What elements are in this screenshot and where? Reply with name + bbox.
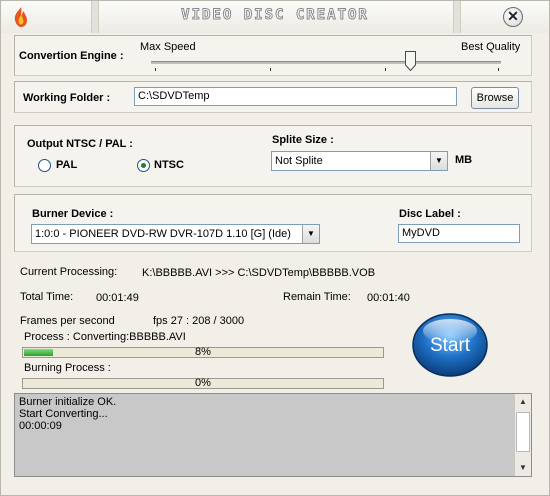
remain-time-label: Remain Time: xyxy=(283,291,351,303)
working-folder-input[interactable]: C:\SDVDTemp xyxy=(134,87,457,106)
log-scrollbar[interactable]: ▲ ▼ xyxy=(514,394,531,476)
process-progress-percent: 8% xyxy=(195,346,211,358)
burner-device-dropdown[interactable]: 1:0:0 - PIONEER DVD-RW DVR-107D 1.10 [G]… xyxy=(31,224,320,244)
main-window: VIDEO DISC CREATOR ✕ Convertion Engine :… xyxy=(0,0,550,496)
chevron-down-icon[interactable]: ▼ xyxy=(302,225,319,243)
split-size-label: Splite Size : xyxy=(272,134,334,146)
total-time-label: Total Time: xyxy=(20,291,74,303)
engine-label: Convertion Engine : xyxy=(19,50,124,62)
start-button-label: Start xyxy=(430,335,471,356)
log-line: Burner initialize OK. xyxy=(19,396,117,408)
title-bar[interactable]: VIDEO DISC CREATOR ✕ xyxy=(1,1,549,33)
start-button[interactable]: Start xyxy=(411,313,489,377)
fps-label: Frames per second xyxy=(20,315,115,327)
burning-label: Burning Process : xyxy=(24,362,111,374)
close-button[interactable]: ✕ xyxy=(503,7,523,27)
current-processing-value: K:\BBBBB.AVI >>> C:\SDVDTemp\BBBBB.VOB xyxy=(142,267,376,279)
pal-radio[interactable] xyxy=(38,159,51,172)
disc-label-label: Disc Label : xyxy=(399,208,461,220)
slider-thumb[interactable] xyxy=(405,51,416,71)
total-time-value: 00:01:49 xyxy=(96,292,139,304)
remain-time-value: 00:01:40 xyxy=(367,292,410,304)
fps-value: fps 27 : 208 / 3000 xyxy=(153,315,245,327)
scroll-thumb[interactable] xyxy=(516,412,530,452)
slider-tick xyxy=(385,68,386,71)
slider-tick xyxy=(155,68,156,71)
pal-radio-label[interactable]: PAL xyxy=(56,159,77,171)
scroll-up-icon[interactable]: ▲ xyxy=(515,394,531,410)
burner-device-value: 1:0:0 - PIONEER DVD-RW DVR-107D 1.10 [G]… xyxy=(35,228,291,240)
log-line: 00:00:09 xyxy=(19,420,62,432)
quality-slider[interactable] xyxy=(151,61,501,64)
engine-min-label: Max Speed xyxy=(140,41,196,53)
ntsc-radio[interactable] xyxy=(137,159,150,172)
chevron-down-icon[interactable]: ▼ xyxy=(430,152,447,170)
scroll-down-icon[interactable]: ▼ xyxy=(515,460,531,476)
slider-tick xyxy=(498,68,499,71)
slider-tick xyxy=(270,68,271,71)
disc-label-input[interactable]: MyDVD xyxy=(398,224,520,243)
log-output[interactable]: Burner initialize OK. Start Converting..… xyxy=(14,393,532,477)
split-size-dropdown[interactable]: Not Splite ▼ xyxy=(271,151,448,171)
output-label: Output NTSC / PAL : xyxy=(27,138,133,150)
burning-progress-percent: 0% xyxy=(195,377,211,389)
burning-progress-bar: 0% xyxy=(22,377,384,389)
window-title: VIDEO DISC CREATOR xyxy=(181,7,369,24)
engine-max-label: Best Quality xyxy=(461,41,521,53)
process-label: Process : Converting:BBBBB.AVI xyxy=(24,331,186,343)
current-processing-label: Current Processing: xyxy=(20,266,118,278)
ntsc-radio-label[interactable]: NTSC xyxy=(154,159,184,171)
burner-device-label: Burner Device : xyxy=(32,208,114,220)
process-progress-bar: 8% xyxy=(22,346,384,358)
browse-button[interactable]: Browse xyxy=(471,87,519,109)
log-line: Start Converting... xyxy=(19,408,108,420)
working-folder-label: Working Folder : xyxy=(23,92,111,104)
split-unit-label: MB xyxy=(455,154,473,166)
split-size-value: Not Splite xyxy=(275,155,323,167)
